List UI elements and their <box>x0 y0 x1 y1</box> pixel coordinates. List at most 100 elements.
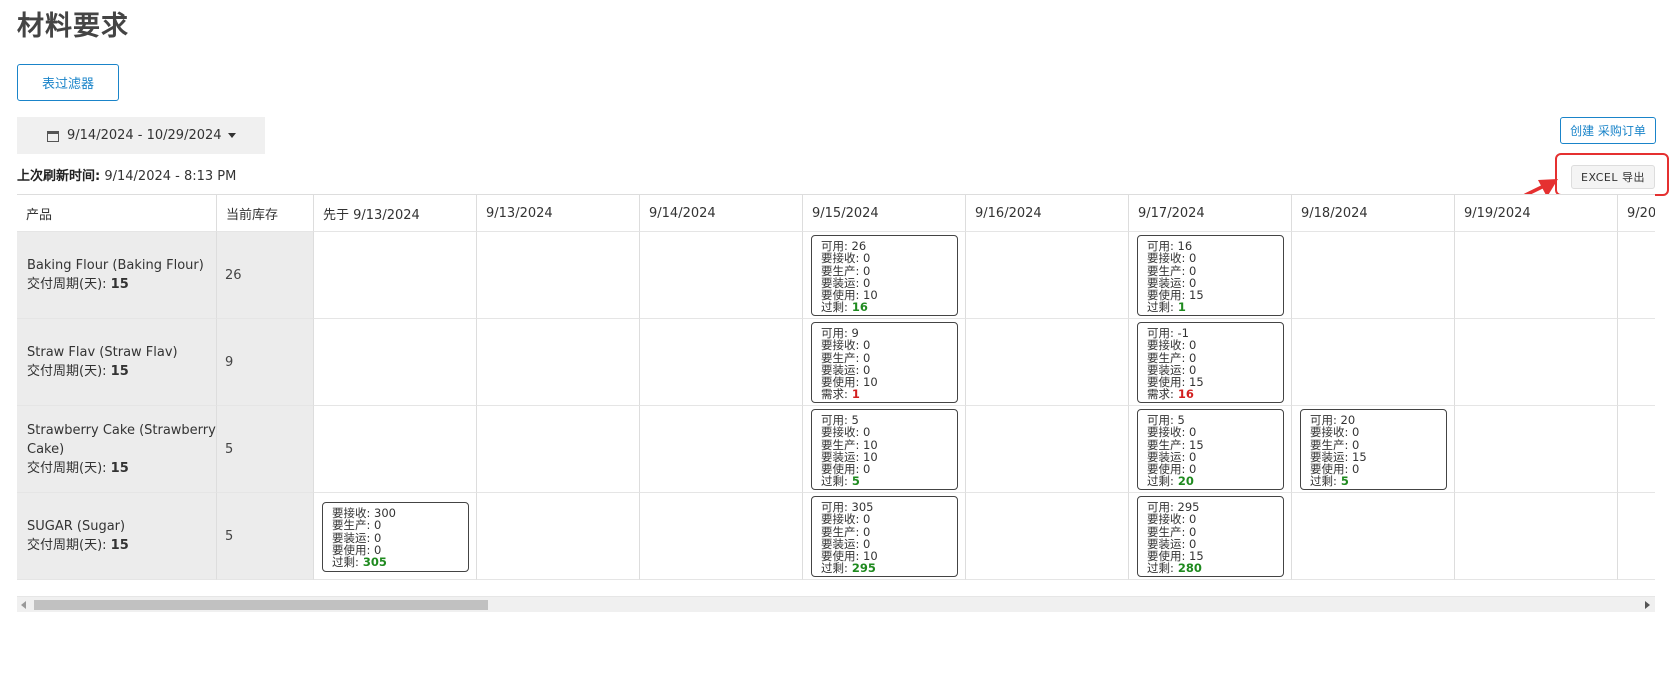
date-cell <box>640 406 803 493</box>
date-cell <box>1618 232 1655 319</box>
lead-time: 交付周期(天): 15 <box>27 275 216 294</box>
card-line: 过剩: 280 <box>1147 562 1274 574</box>
horizontal-scrollbar[interactable] <box>17 596 1655 612</box>
card-line: 过剩: 16 <box>821 301 948 313</box>
table-filter-button[interactable]: 表过滤器 <box>17 64 119 101</box>
card-line-value: 20 <box>1173 474 1194 489</box>
date-cell <box>314 232 477 319</box>
card-line: 过剩: 5 <box>1310 475 1437 487</box>
inventory-summary-card[interactable]: 可用: 295 要接收: 0 要生产: 0 要装运: 0 要使用: 15 过剩: 280 <box>1137 496 1284 577</box>
date-cell <box>966 232 1129 319</box>
date-cell <box>477 232 640 319</box>
inventory-summary-card[interactable]: 可用: 9 要接收: 0 要生产: 0 要装运: 0 要使用: 10 需求: 1 <box>811 322 958 403</box>
date-cell <box>1292 493 1455 580</box>
card-line-value: 15 <box>1185 288 1204 303</box>
product-cell: Strawberry Cake (Strawberry Cake) 交付周期(天)… <box>17 406 217 493</box>
product-cell: Baking Flour (Baking Flour) 交付周期(天): 15 <box>17 232 217 319</box>
current-stock-cell: 5 <box>217 493 314 580</box>
card-line-label: 需求: <box>821 387 848 402</box>
inventory-summary-card[interactable]: 可用: 5 要接收: 0 要生产: 10 要装运: 10 要使用: 0 过剩: 5 <box>811 409 958 490</box>
date-cell <box>1292 319 1455 406</box>
highlight-box <box>1555 153 1669 196</box>
inventory-summary-card[interactable]: 可用: 16 要接收: 0 要生产: 0 要装运: 0 要使用: 15 过剩: 1 <box>1137 235 1284 316</box>
column-header: 9/17/2024 <box>1129 195 1292 232</box>
date-cell <box>477 319 640 406</box>
product-name: Strawberry Cake (Strawberry Cake) <box>27 422 216 457</box>
card-line-label: 过剩: <box>1147 561 1174 576</box>
date-cell <box>966 406 1129 493</box>
product-name: Straw Flav (Straw Flav) <box>27 345 178 360</box>
date-cell <box>1618 493 1655 580</box>
lead-time-value: 15 <box>110 364 129 379</box>
card-line-value: 0 <box>1348 462 1360 477</box>
card-line-label: 过剩: <box>332 555 359 570</box>
lead-time-value: 15 <box>110 538 129 553</box>
lead-time: 交付周期(天): 15 <box>27 536 216 555</box>
inventory-summary-card[interactable]: 可用: 20 要接收: 0 要生产: 0 要装运: 15 要使用: 0 过剩: 5 <box>1300 409 1447 490</box>
date-cell <box>1455 232 1618 319</box>
date-range-label: 9/14/2024 - 10/29/2024 <box>67 128 222 143</box>
column-header: 9/20/2024 <box>1618 195 1655 232</box>
card-line-value: 1 <box>847 387 860 402</box>
card-line-value: 16 <box>847 300 868 315</box>
inventory-summary-card[interactable]: 可用: -1 要接收: 0 要生产: 0 要装运: 0 要使用: 15 需求: 16 <box>1137 322 1284 403</box>
lead-time: 交付周期(天): 15 <box>27 362 216 381</box>
inventory-summary-card[interactable]: 可用: 5 要接收: 0 要生产: 15 要装运: 0 要使用: 0 过剩: 20 <box>1137 409 1284 490</box>
calendar-icon <box>47 131 59 142</box>
card-line-label: 需求: <box>1147 387 1174 402</box>
lead-time-label: 交付周期(天): <box>27 277 111 292</box>
card-line-label: 过剩: <box>1147 474 1174 489</box>
current-stock-cell: 9 <box>217 319 314 406</box>
date-cell <box>640 319 803 406</box>
date-cell <box>314 406 477 493</box>
caret-down-icon <box>227 133 236 138</box>
lead-time-value: 15 <box>110 460 129 476</box>
lead-time: 交付周期(天): 15 <box>27 459 216 478</box>
product-name: SUGAR (Sugar) <box>27 519 126 534</box>
create-purchase-order-button[interactable]: 创建 采购订单 <box>1560 117 1656 144</box>
card-line-value: 0 <box>859 462 871 477</box>
card-line: 过剩: 1 <box>1147 301 1274 313</box>
date-cell <box>966 493 1129 580</box>
card-line-value: 1 <box>1173 300 1186 315</box>
column-header: 当前库存 <box>217 195 314 232</box>
card-line-value: 5 <box>1336 474 1349 489</box>
inventory-summary-card[interactable]: 可用: 305 要接收: 0 要生产: 0 要装运: 0 要使用: 10 过剩: 295 <box>811 496 958 577</box>
card-line-value: 16 <box>1173 387 1194 402</box>
inventory-summary-card[interactable]: 可用: 26 要接收: 0 要生产: 0 要装运: 0 要使用: 10 过剩: 16 <box>811 235 958 316</box>
card-line-label: 过剩: <box>821 474 848 489</box>
lead-time-value: 15 <box>110 277 129 292</box>
date-cell <box>640 232 803 319</box>
date-cell <box>640 493 803 580</box>
lead-time-label: 交付周期(天): <box>27 538 111 553</box>
card-line-label: 过剩: <box>1310 474 1337 489</box>
current-stock-cell: 5 <box>217 406 314 493</box>
scroll-left-icon[interactable] <box>21 601 26 609</box>
lead-time-label: 交付周期(天): <box>27 364 111 379</box>
card-line-value: 295 <box>847 561 876 576</box>
product-cell: Straw Flav (Straw Flav) 交付周期(天): 15 <box>17 319 217 406</box>
column-header: 产品 <box>17 195 217 232</box>
product-name: Baking Flour (Baking Flour) <box>27 258 204 273</box>
card-line: 过剩: 305 <box>332 556 459 568</box>
column-header: 先于 9/13/2024 <box>314 195 477 232</box>
column-header: 9/14/2024 <box>640 195 803 232</box>
current-stock-cell: 26 <box>217 232 314 319</box>
card-line-value: 280 <box>1173 561 1202 576</box>
lead-time-label: 交付周期(天): <box>27 460 111 476</box>
column-header: 9/13/2024 <box>477 195 640 232</box>
scrollbar-thumb[interactable] <box>34 600 488 610</box>
card-line: 需求: 1 <box>821 388 948 400</box>
scroll-right-icon[interactable] <box>1645 601 1650 609</box>
material-requirements-grid: 产品 当前库存 先于 9/13/2024 9/13/2024 9/14/2024 9/15… <box>17 194 1655 580</box>
card-line-label: 过剩: <box>1147 300 1174 315</box>
date-cell <box>1292 232 1455 319</box>
date-range-picker[interactable]: 9/14/2024 - 10/29/2024 <box>17 117 265 154</box>
date-cell <box>1455 493 1618 580</box>
date-cell <box>1618 319 1655 406</box>
card-line: 需求: 16 <box>1147 388 1274 400</box>
card-line: 过剩: 20 <box>1147 475 1274 487</box>
inventory-summary-card[interactable]: 要接收: 300 要生产: 0 要装运: 0 要使用: 0 过剩: 305 <box>322 502 469 572</box>
last-refresh-value: 9/14/2024 - 8:13 PM <box>104 169 237 184</box>
column-header: 9/15/2024 <box>803 195 966 232</box>
